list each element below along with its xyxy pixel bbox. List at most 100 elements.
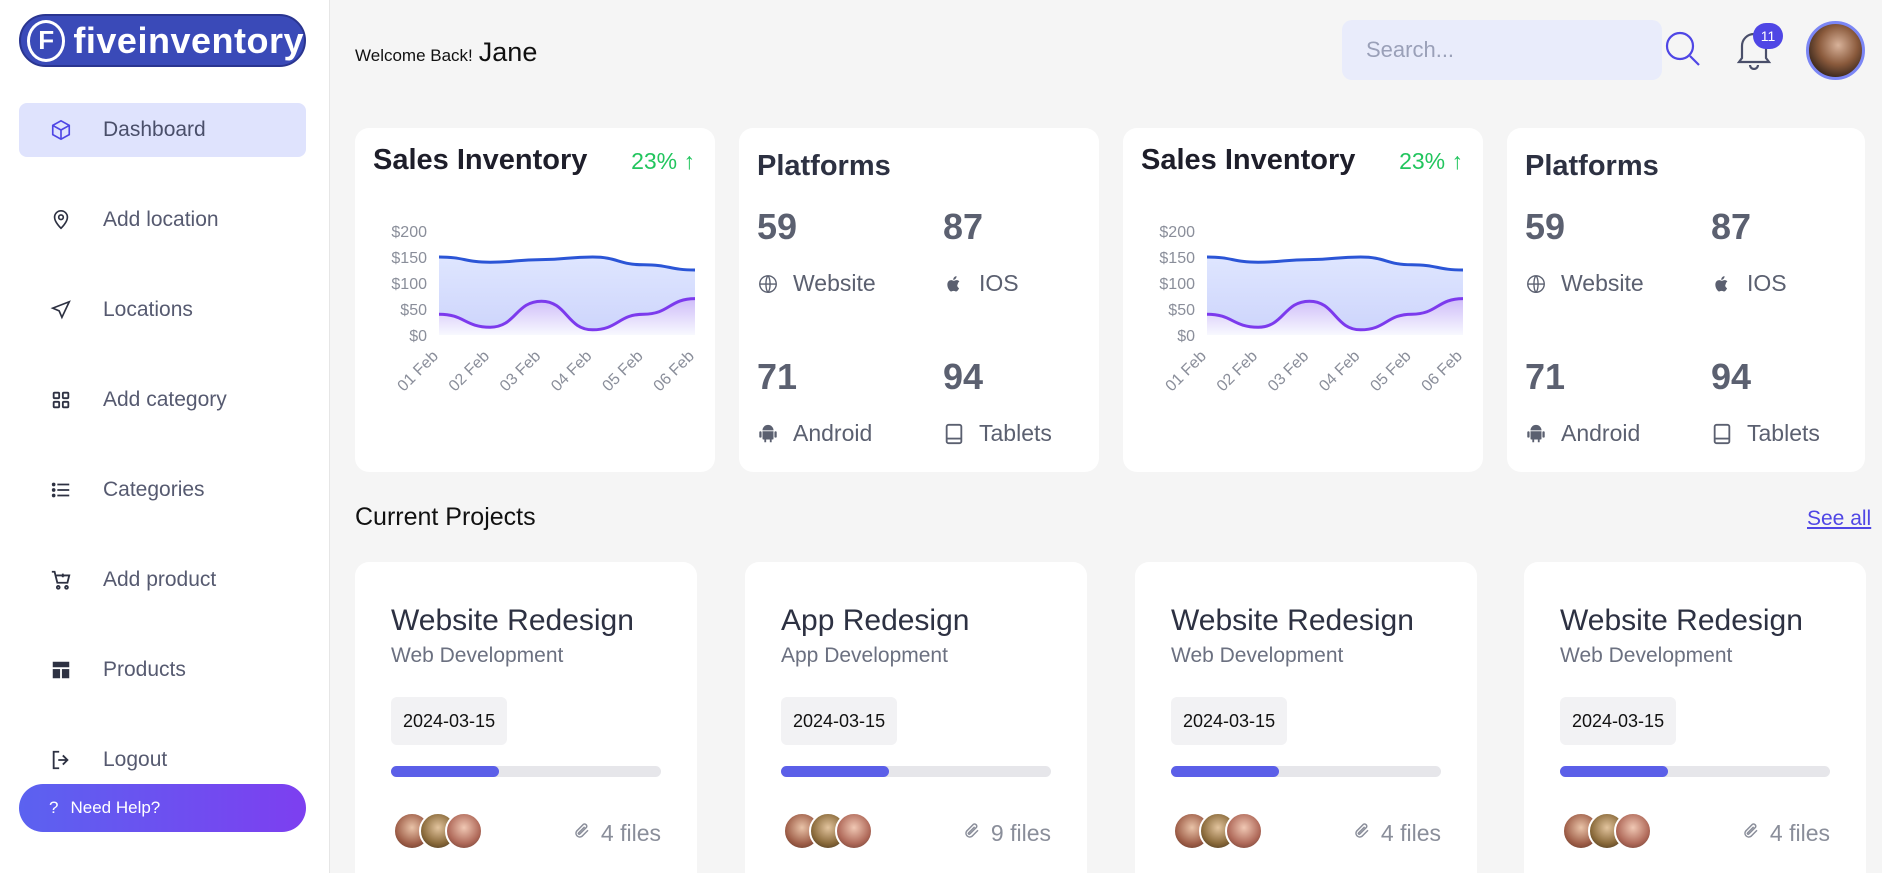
project-card[interactable]: Website Redesign Web Development 2024-03…	[355, 562, 697, 873]
progress-fill	[1560, 766, 1668, 777]
need-help-button[interactable]: ? Need Help?	[19, 784, 306, 832]
y-tick-label: $50	[1168, 302, 1195, 319]
x-tick-label: 04 Feb	[1316, 348, 1363, 395]
project-card[interactable]: Website Redesign Web Development 2024-03…	[1524, 562, 1866, 873]
sidebar-item-logout[interactable]: Logout	[19, 733, 306, 787]
android-count: 71	[1525, 356, 1566, 397]
project-card[interactable]: Website Redesign Web Development 2024-03…	[1135, 562, 1477, 873]
website-count: 59	[1525, 206, 1566, 247]
files-count: 4 files	[573, 820, 661, 847]
y-tick-label: $100	[1159, 276, 1195, 293]
cube-icon	[49, 118, 73, 142]
project-subtitle: Web Development	[1560, 644, 1733, 667]
project-subtitle: Web Development	[1171, 644, 1344, 667]
see-all-link[interactable]: See all	[1807, 507, 1871, 531]
brand-logo[interactable]: F fiveinventory	[19, 14, 306, 67]
avatar[interactable]	[1225, 812, 1263, 850]
sidebar-item-label: Add product	[103, 568, 217, 591]
y-tick-label: $50	[400, 302, 427, 319]
sales-inventory-card: Sales Inventory 23% ↑ $200 $150 $100 $50 $0 0…	[1123, 128, 1483, 472]
avatar[interactable]	[445, 812, 483, 850]
logout-icon	[49, 748, 73, 772]
progress-bar	[1171, 766, 1441, 777]
x-tick-label: 06 Feb	[1419, 348, 1466, 395]
files-count: 9 files	[963, 820, 1051, 847]
website-label: Website	[757, 270, 876, 297]
sidebar-item-categories[interactable]: Categories	[19, 463, 306, 517]
paperclip-icon	[1742, 820, 1760, 847]
x-tick-label: 01 Feb	[395, 348, 442, 395]
project-date: 2024-03-15	[781, 697, 898, 745]
project-date: 2024-03-15	[1171, 697, 1288, 745]
apple-icon	[943, 273, 965, 295]
sales-chart: $200 $150 $100 $50 $0 01 Feb 02 Feb 03 Feb 04 Fe…	[1159, 224, 1466, 395]
sales-change: 23% ↑	[631, 148, 695, 174]
y-tick-label: $150	[1159, 250, 1195, 267]
cart-plus-icon	[49, 568, 73, 592]
y-tick-label: $150	[391, 250, 427, 267]
search-icon[interactable]	[1664, 30, 1702, 68]
map-pin-icon	[49, 208, 73, 232]
sidebar-item-products[interactable]: Products	[19, 643, 306, 697]
tablets-count: 94	[1711, 356, 1752, 397]
search-input[interactable]	[1342, 20, 1662, 80]
sales-inventory-card: Sales Inventory 23% ↑ $200 $150 $100 $50 $0 0…	[355, 128, 715, 472]
help-icon: ?	[49, 798, 59, 817]
sidebar-item-add-category[interactable]: Add category	[19, 373, 306, 427]
ios-count: 87	[943, 206, 984, 247]
project-date: 2024-03-15	[391, 697, 508, 745]
sidebar: F fiveinventory Dashboard Add location L…	[0, 0, 330, 873]
globe-icon	[1525, 273, 1547, 295]
platforms-card: Platforms 59 87 Website IOS 71 94 Androi…	[739, 128, 1099, 472]
y-tick-label: $100	[391, 276, 427, 293]
android-icon	[757, 423, 779, 445]
x-tick-label: 03 Feb	[497, 348, 544, 395]
grid-icon	[49, 388, 73, 412]
sales-chart: $200 $150 $100 $50 $0 01 Feb 02 Feb 03 Feb 04 Fe…	[391, 224, 698, 395]
list-icon	[49, 478, 73, 502]
avatar[interactable]	[835, 812, 873, 850]
files-count: 4 files	[1353, 820, 1441, 847]
card-title: Sales Inventory	[373, 144, 588, 176]
avatar[interactable]	[1614, 812, 1652, 850]
project-card[interactable]: App Redesign App Development 2024-03-15 …	[745, 562, 1087, 873]
project-title: Website Redesign	[391, 604, 634, 637]
apple-icon	[1711, 273, 1733, 295]
android-count: 71	[757, 356, 798, 397]
ios-label: IOS	[1711, 270, 1787, 297]
avatar[interactable]	[1806, 21, 1865, 80]
team-avatars	[1173, 812, 1263, 850]
sidebar-item-label: Dashboard	[103, 118, 206, 141]
team-avatars	[1562, 812, 1652, 850]
paperclip-icon	[573, 820, 591, 847]
project-title: Website Redesign	[1171, 604, 1414, 637]
ios-count: 87	[1711, 206, 1752, 247]
x-tick-label: 02 Feb	[446, 348, 493, 395]
project-subtitle: Web Development	[391, 644, 564, 667]
progress-fill	[781, 766, 889, 777]
x-tick-label: 06 Feb	[651, 348, 698, 395]
sidebar-item-add-location[interactable]: Add location	[19, 193, 306, 247]
project-subtitle: App Development	[781, 644, 948, 667]
need-help-label: Need Help?	[70, 798, 161, 817]
tablet-icon	[1711, 423, 1733, 445]
sidebar-item-label: Logout	[103, 748, 168, 771]
card-title: Platforms	[1525, 150, 1659, 182]
y-tick-label: $200	[1159, 224, 1195, 241]
sidebar-item-locations[interactable]: Locations	[19, 283, 306, 337]
welcome-message: Welcome Back! Jane	[355, 37, 537, 68]
logo-mark-icon: F	[27, 19, 66, 62]
y-tick-label: $200	[391, 224, 427, 241]
x-tick-label: 02 Feb	[1214, 348, 1261, 395]
android-label: Android	[1525, 420, 1640, 447]
team-avatars	[783, 812, 873, 850]
tablets-label: Tablets	[943, 420, 1052, 447]
sidebar-item-add-product[interactable]: Add product	[19, 553, 306, 607]
sidebar-item-dashboard[interactable]: Dashboard	[19, 103, 306, 157]
paperclip-icon	[1353, 820, 1371, 847]
sidebar-item-label: Products	[103, 658, 186, 681]
project-title: Website Redesign	[1560, 604, 1803, 637]
website-label: Website	[1525, 270, 1644, 297]
progress-bar	[391, 766, 661, 777]
logo-text: fiveinventory	[73, 19, 304, 61]
